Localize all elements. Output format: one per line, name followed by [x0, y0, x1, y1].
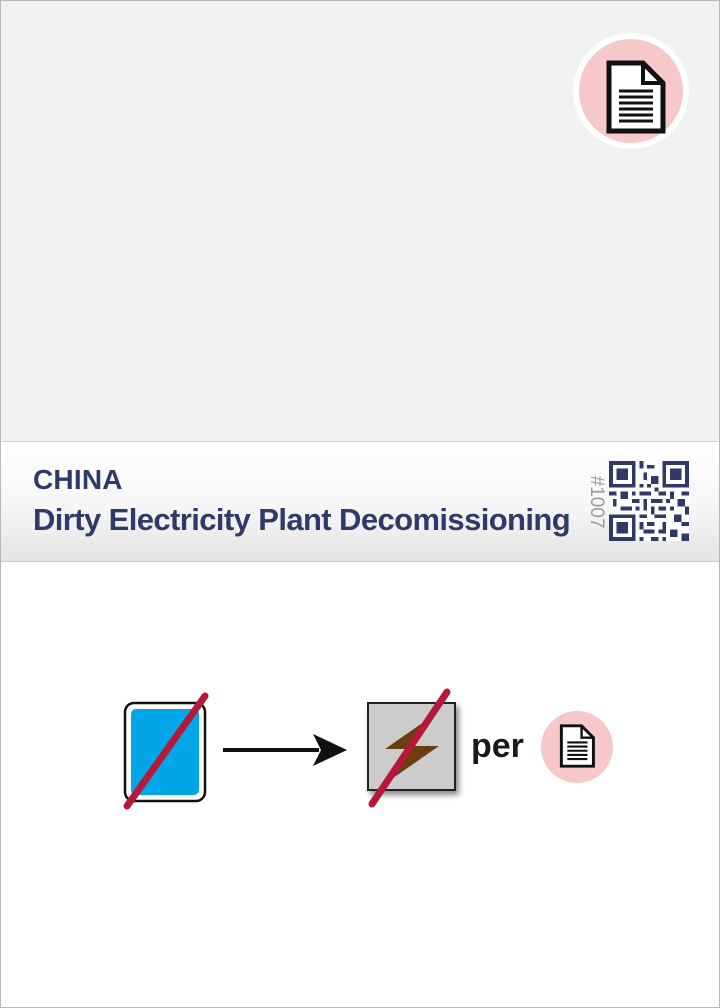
card-art-area	[1, 1, 719, 441]
qr-code-icon	[609, 461, 689, 541]
effect-area: per	[1, 562, 719, 1007]
arrow-icon	[223, 734, 347, 766]
card-number: #1007	[586, 475, 607, 529]
document-icon	[606, 60, 666, 134]
document-icon	[559, 724, 595, 768]
card-title: Dirty Electricity Plant Decomissioning	[33, 502, 571, 537]
card-type-badge	[573, 33, 689, 149]
title-band: CHINA Dirty Electricity Plant Decomissio…	[1, 441, 719, 562]
per-label: per	[471, 727, 524, 765]
project-card: CHINA Dirty Electricity Plant Decomissio…	[0, 0, 720, 1008]
country-label: CHINA	[33, 464, 123, 495]
per-document-badge	[541, 711, 613, 783]
